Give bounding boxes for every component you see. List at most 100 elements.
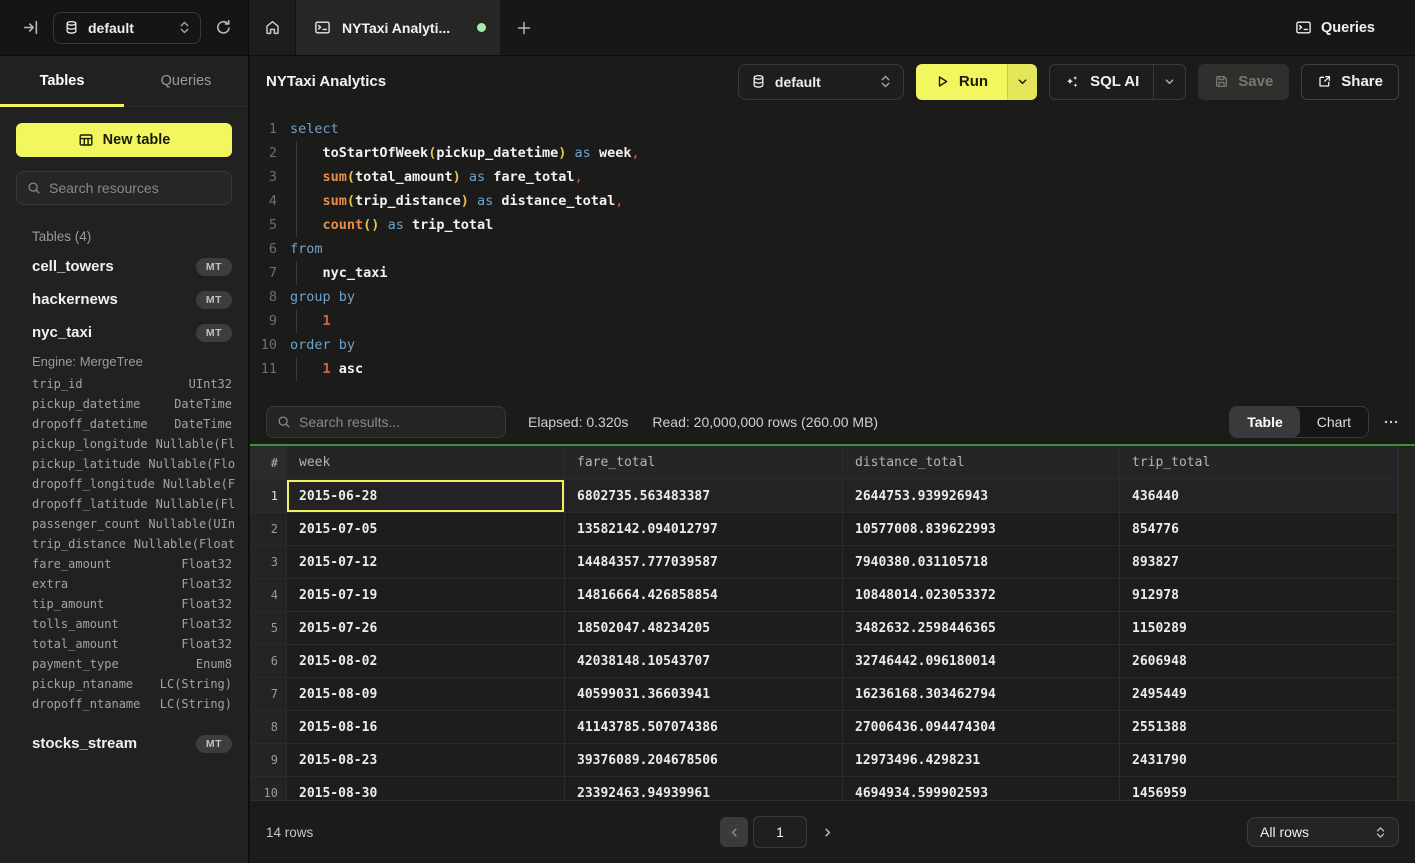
table-cell[interactable]: 42038148.10543707 xyxy=(565,645,843,678)
table-cell[interactable]: 2015-08-02 xyxy=(287,645,565,678)
table-cell[interactable]: 10577008.839622993 xyxy=(843,513,1120,546)
sidebar-tab-tables[interactable]: Tables xyxy=(0,56,124,106)
column-name: trip_distance xyxy=(32,537,126,551)
table-cell[interactable]: 2015-07-26 xyxy=(287,612,565,645)
table-column-row: trip_idUInt32 xyxy=(0,374,248,394)
table-column-row: total_amountFloat32 xyxy=(0,634,248,654)
table-cell[interactable]: 2015-07-12 xyxy=(287,546,565,579)
new-tab-button[interactable] xyxy=(500,0,548,55)
table-cell[interactable]: 2551388 xyxy=(1120,711,1398,744)
table-cell[interactable]: 18502047.48234205 xyxy=(565,612,843,645)
table-cell[interactable]: 41143785.507074386 xyxy=(565,711,843,744)
table-row: 12015-06-286802735.5634833872644753.9399… xyxy=(250,480,1398,513)
sidebar-tab-queries[interactable]: Queries xyxy=(124,56,248,106)
run-options-button[interactable] xyxy=(1007,64,1037,100)
topbar-right-section: Queries xyxy=(1295,0,1415,55)
topbar-left-section: default xyxy=(0,0,249,55)
search-resources-input[interactable] xyxy=(49,180,230,196)
table-cell[interactable]: 39376089.204678506 xyxy=(565,744,843,777)
sidebar-table-nyc_taxi[interactable]: nyc_taxiMT xyxy=(0,316,248,349)
table-column-row: dropoff_datetimeDateTime xyxy=(0,414,248,434)
search-icon xyxy=(27,181,41,195)
table-cell[interactable]: 2644753.939926943 xyxy=(843,480,1120,513)
table-cell[interactable]: 912978 xyxy=(1120,579,1398,612)
sql-ai-button[interactable]: SQL AI xyxy=(1050,73,1153,90)
table-cell[interactable]: 14484357.777039587 xyxy=(565,546,843,579)
table-cell[interactable]: 40599031.36603941 xyxy=(565,678,843,711)
run-button[interactable]: Run xyxy=(916,64,1007,100)
table-cell[interactable]: 2015-08-16 xyxy=(287,711,565,744)
run-label: Run xyxy=(959,73,988,90)
run-button-group: Run xyxy=(916,64,1037,100)
row-index: 6 xyxy=(250,645,287,678)
query-database-selector[interactable]: default xyxy=(738,64,904,100)
table-cell[interactable]: 10848014.023053372 xyxy=(843,579,1120,612)
row-count-label: 14 rows xyxy=(266,825,313,840)
column-header-index[interactable]: # xyxy=(250,446,287,480)
table-cell[interactable]: 436440 xyxy=(1120,480,1398,513)
table-cell[interactable]: 2015-07-19 xyxy=(287,579,565,612)
page-size-selector[interactable]: All rows xyxy=(1247,817,1399,847)
table-cell[interactable]: 2431790 xyxy=(1120,744,1398,777)
search-results-input[interactable] xyxy=(299,414,495,430)
sidebar-tables-list: cell_towersMThackernewsMTnyc_taxiMTEngin… xyxy=(0,250,248,760)
table-cell[interactable]: 2015-08-30 xyxy=(287,777,565,800)
view-toggle-table[interactable]: Table xyxy=(1230,407,1300,437)
queries-label: Queries xyxy=(1321,20,1375,36)
sidebar-table-cell_towers[interactable]: cell_towersMT xyxy=(0,250,248,283)
column-name: dropoff_datetime xyxy=(32,417,148,431)
collapse-sidebar-icon[interactable] xyxy=(22,19,39,36)
code-line: 2 toStartOfWeek(pickup_datetime) as week… xyxy=(250,141,1415,165)
table-cell[interactable]: 12973496.4298231 xyxy=(843,744,1120,777)
table-cell[interactable]: 4694934.599902593 xyxy=(843,777,1120,800)
save-button[interactable]: Save xyxy=(1198,64,1289,100)
table-cell[interactable]: 854776 xyxy=(1120,513,1398,546)
queries-button[interactable]: Queries xyxy=(1295,19,1375,36)
table-cell[interactable]: 13582142.094012797 xyxy=(565,513,843,546)
share-button[interactable]: Share xyxy=(1301,64,1399,100)
column-header-trip_total[interactable]: trip_total xyxy=(1120,446,1398,480)
table-cell[interactable]: 2495449 xyxy=(1120,678,1398,711)
table-cell[interactable]: 7940380.031105718 xyxy=(843,546,1120,579)
sidebar-table-hackernews[interactable]: hackernewsMT xyxy=(0,283,248,316)
sql-editor[interactable]: 1select2 toStartOfWeek(pickup_datetime) … xyxy=(250,107,1415,400)
new-table-button[interactable]: New table xyxy=(16,123,232,157)
page-number-input[interactable]: 1 xyxy=(753,816,807,848)
table-column-row: extraFloat32 xyxy=(0,574,248,594)
table-cell[interactable]: 2015-06-28 xyxy=(287,480,565,513)
table-cell[interactable]: 1150289 xyxy=(1120,612,1398,645)
table-cell[interactable]: 2015-08-23 xyxy=(287,744,565,777)
column-header-fare_total[interactable]: fare_total xyxy=(565,446,843,480)
next-page-button[interactable] xyxy=(812,817,842,847)
sidebar-table-stocks_stream[interactable]: stocks_streamMT xyxy=(0,727,248,760)
table-column-row: fare_amountFloat32 xyxy=(0,554,248,574)
table-cell[interactable]: 32746442.096180014 xyxy=(843,645,1120,678)
view-toggle-chart[interactable]: Chart xyxy=(1300,407,1368,437)
database-selector[interactable]: default xyxy=(53,12,201,44)
tab-nytaxi-analytics[interactable]: NYTaxi Analyti... xyxy=(296,0,500,55)
more-options-button[interactable] xyxy=(1383,414,1399,430)
column-name: pickup_longitude xyxy=(32,437,148,451)
table-cell[interactable]: 27006436.094474304 xyxy=(843,711,1120,744)
table-cell[interactable]: 14816664.426858854 xyxy=(565,579,843,612)
table-cell[interactable]: 16236168.303462794 xyxy=(843,678,1120,711)
table-column-row: pickup_datetimeDateTime xyxy=(0,394,248,414)
column-type: Nullable(Fl xyxy=(148,437,235,451)
results-scrollbar[interactable] xyxy=(1398,446,1415,800)
table-cell[interactable]: 3482632.2598446365 xyxy=(843,612,1120,645)
table-cell[interactable]: 23392463.94939961 xyxy=(565,777,843,800)
table-cell[interactable]: 2015-07-05 xyxy=(287,513,565,546)
table-cell[interactable]: 2015-08-09 xyxy=(287,678,565,711)
refresh-icon[interactable] xyxy=(215,19,232,36)
table-cell[interactable]: 6802735.563483387 xyxy=(565,480,843,513)
home-button[interactable] xyxy=(249,0,296,55)
column-header-week[interactable]: week xyxy=(287,446,565,480)
table-cell[interactable]: 893827 xyxy=(1120,546,1398,579)
terminal-icon xyxy=(1295,19,1312,36)
previous-page-button[interactable] xyxy=(720,817,748,847)
table-cell[interactable]: 2606948 xyxy=(1120,645,1398,678)
column-header-distance_total[interactable]: distance_total xyxy=(843,446,1120,480)
table-cell[interactable]: 1456959 xyxy=(1120,777,1398,800)
sql-ai-options-button[interactable] xyxy=(1153,65,1185,99)
table-row: 82015-08-1641143785.50707438627006436.09… xyxy=(250,711,1398,744)
